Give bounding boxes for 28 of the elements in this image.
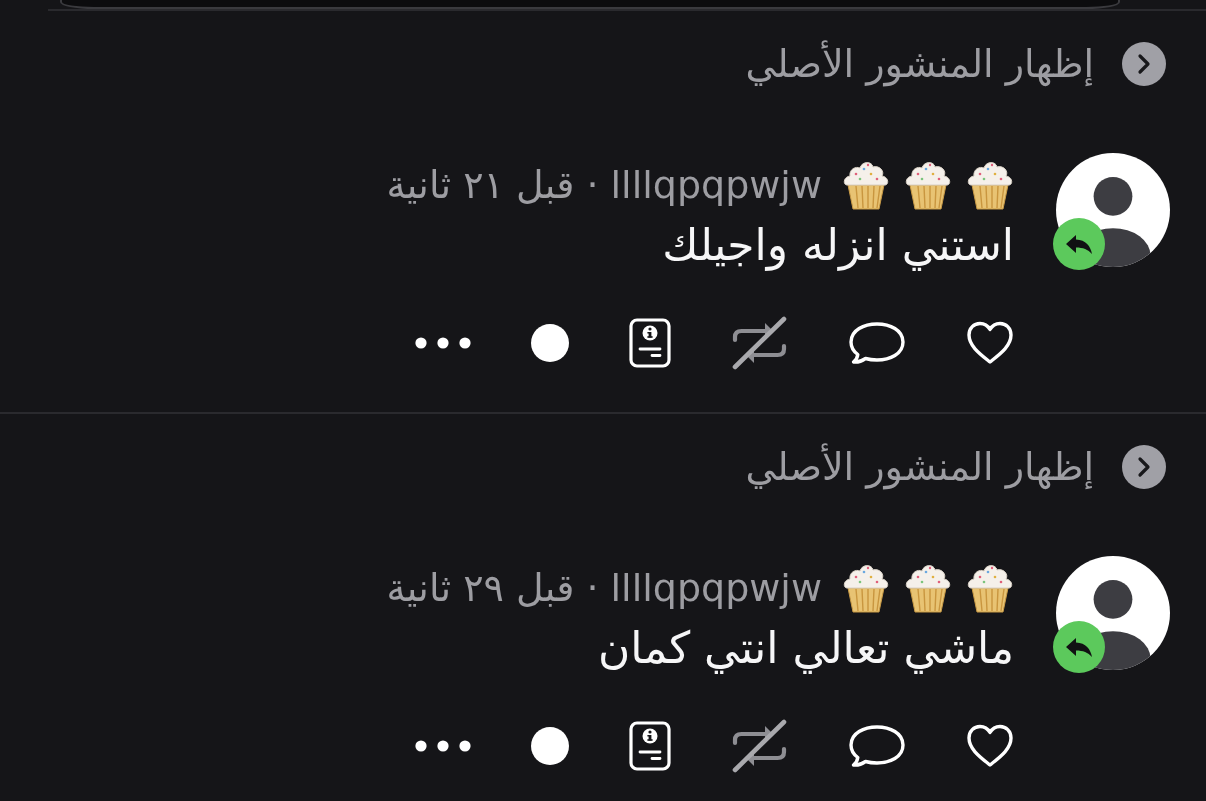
show-original-button[interactable]: إظهار المنشور الأصلي bbox=[745, 42, 1166, 86]
post-text: استني انزله واجيلك bbox=[662, 218, 1014, 273]
more-icon[interactable] bbox=[415, 337, 471, 349]
heart-icon[interactable] bbox=[966, 321, 1014, 365]
timestamp: قبل ٢٩ ثانية bbox=[386, 566, 575, 610]
cupcake-icon bbox=[904, 563, 952, 613]
more-icon[interactable] bbox=[415, 740, 471, 752]
comment-icon[interactable] bbox=[848, 321, 906, 365]
chevron-right-icon bbox=[1122, 445, 1166, 489]
info-card-icon[interactable] bbox=[629, 318, 671, 368]
chevron-right-icon bbox=[1122, 42, 1166, 86]
cupcake-icon bbox=[966, 160, 1014, 210]
username[interactable]: llllqpqpwjw bbox=[610, 566, 822, 610]
separator-dot: · bbox=[586, 163, 599, 207]
comment-icon[interactable] bbox=[848, 724, 906, 768]
cupcake-icon bbox=[966, 563, 1014, 613]
heart-icon[interactable] bbox=[966, 724, 1014, 768]
cupcake-icon bbox=[842, 160, 890, 210]
username[interactable]: llllqpqpwjw bbox=[610, 163, 822, 207]
cupcake-icon bbox=[842, 563, 890, 613]
info-card-icon[interactable] bbox=[629, 721, 671, 771]
timestamp: قبل ٢١ ثانية bbox=[386, 163, 575, 207]
post-text: ماشي تعالي انتي كمان bbox=[598, 621, 1014, 676]
filled-circle-icon[interactable] bbox=[531, 727, 569, 765]
cupcake-icon bbox=[904, 160, 952, 210]
filled-circle-icon[interactable] bbox=[531, 324, 569, 362]
separator-dot: · bbox=[586, 566, 599, 610]
show-original-button[interactable]: إظهار المنشور الأصلي bbox=[745, 445, 1166, 489]
